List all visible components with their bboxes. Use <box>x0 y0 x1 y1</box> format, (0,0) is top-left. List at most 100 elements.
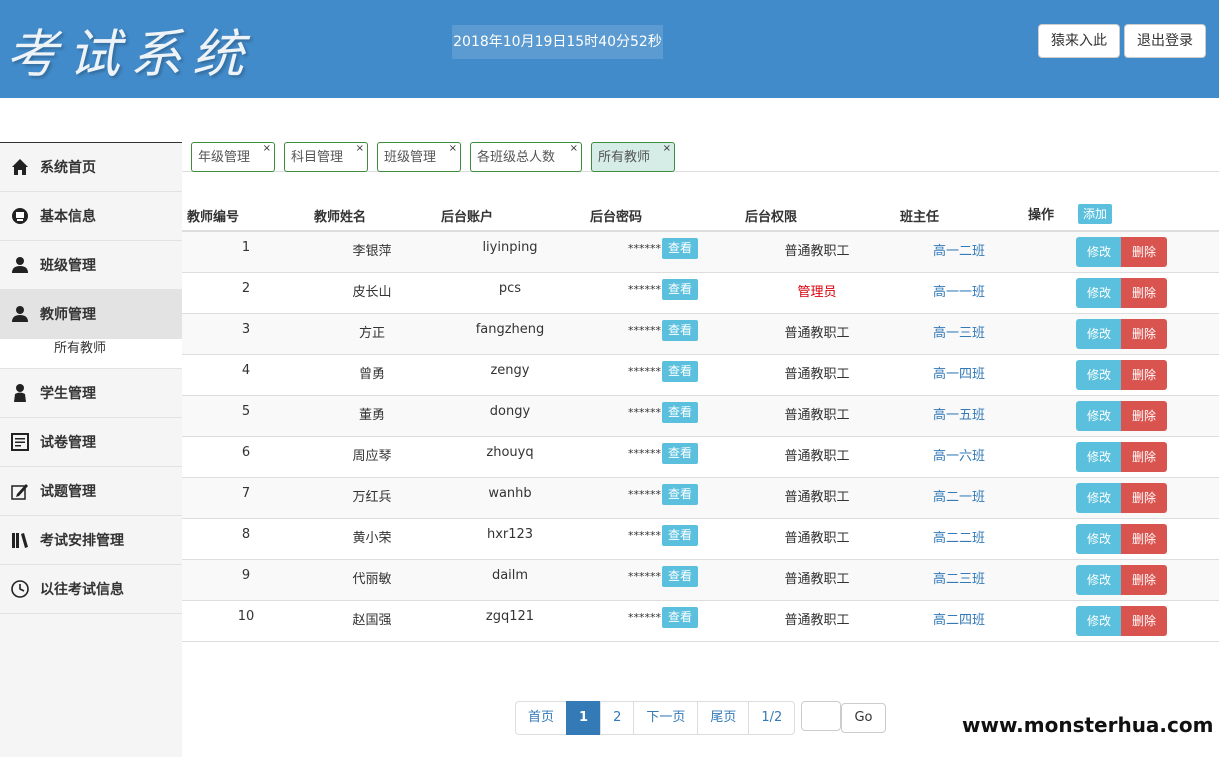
sidebar-item-exam-schedule[interactable]: 考试安排管理 <box>0 516 182 565</box>
teacher-role: 普通教职工 <box>784 449 850 464</box>
user-icon <box>10 255 30 275</box>
edit-button[interactable]: 修改 <box>1076 483 1122 513</box>
tab-class[interactable]: 班级管理 × <box>377 142 461 172</box>
delete-button[interactable]: 删除 <box>1121 442 1167 472</box>
head-teacher-class-link[interactable]: 高一三班 <box>924 322 994 341</box>
head-teacher-class-link[interactable]: 高一五班 <box>924 404 994 423</box>
sidebar-item-paper[interactable]: 试卷管理 <box>0 418 182 467</box>
sidebar-item-home[interactable]: 系统首页 <box>0 143 182 192</box>
delete-button[interactable]: 删除 <box>1121 278 1167 308</box>
next-page-button[interactable]: 下一页 <box>633 701 699 735</box>
delete-button[interactable]: 删除 <box>1121 360 1167 390</box>
sidebar-item-past-exams[interactable]: 以往考试信息 <box>0 565 182 614</box>
sidebar-item-questions[interactable]: 试题管理 <box>0 467 182 516</box>
password-mask: ****** <box>628 529 661 542</box>
close-icon[interactable]: × <box>663 134 671 164</box>
teacher-account: zgq121 <box>485 609 535 624</box>
header-account: 后台账户 <box>441 210 494 225</box>
edit-button[interactable]: 修改 <box>1076 606 1122 636</box>
sidebar-subitem-all-teachers[interactable]: 所有教师 <box>0 339 182 369</box>
close-icon[interactable]: × <box>263 134 271 164</box>
table-row: 10 赵国强 zgq121 ****** 查看 普通教职工 高二四班 修改 删除 <box>182 601 1219 642</box>
view-password-button[interactable]: 查看 <box>662 402 698 423</box>
password-mask: ****** <box>628 324 661 337</box>
view-password-button[interactable]: 查看 <box>662 279 698 300</box>
enter-button[interactable]: 猿来入此 <box>1038 24 1120 58</box>
head-teacher-class-link[interactable]: 高二三班 <box>924 568 994 587</box>
view-password-button[interactable]: 查看 <box>662 361 698 382</box>
close-icon[interactable]: × <box>449 134 457 164</box>
logout-button[interactable]: 退出登录 <box>1124 24 1206 58</box>
header-head-teacher: 班主任 <box>900 210 940 225</box>
edit-button[interactable]: 修改 <box>1076 237 1122 267</box>
view-password-button[interactable]: 查看 <box>662 607 698 628</box>
close-icon[interactable]: × <box>356 134 364 164</box>
user-icon <box>10 304 30 324</box>
teacher-role: 普通教职工 <box>784 367 850 382</box>
head-teacher-class-link[interactable]: 高二一班 <box>924 486 994 505</box>
delete-button[interactable]: 删除 <box>1121 524 1167 554</box>
edit-button[interactable]: 修改 <box>1076 319 1122 349</box>
page-2-button[interactable]: 2 <box>600 701 635 735</box>
table-row: 5 董勇 dongy ****** 查看 普通教职工 高一五班 修改 删除 <box>182 396 1219 437</box>
header-role: 后台权限 <box>745 210 798 225</box>
sidebar-item-basic-info[interactable]: 基本信息 <box>0 192 182 241</box>
header-teacher-name: 教师姓名 <box>314 210 367 225</box>
view-password-button[interactable]: 查看 <box>662 320 698 341</box>
tab-grade[interactable]: 年级管理 × <box>191 142 275 172</box>
pagination: 首页 1 2 下一页 尾页 1/2 <box>515 701 796 735</box>
head-teacher-class-link[interactable]: 高一六班 <box>924 445 994 464</box>
teacher-role: 普通教职工 <box>784 326 850 341</box>
sidebar-item-label: 考试安排管理 <box>40 533 124 549</box>
header-teacher-id: 教师编号 <box>187 210 240 225</box>
head-teacher-class-link[interactable]: 高一一班 <box>924 281 994 300</box>
page-1-button[interactable]: 1 <box>566 701 602 735</box>
edit-button[interactable]: 修改 <box>1076 360 1122 390</box>
teacher-id: 4 <box>241 363 251 378</box>
view-password-button[interactable]: 查看 <box>662 443 698 464</box>
close-icon[interactable]: × <box>570 134 578 164</box>
delete-button[interactable]: 删除 <box>1121 237 1167 267</box>
go-button[interactable]: Go <box>841 703 886 733</box>
head-teacher-class-link[interactable]: 高二二班 <box>924 527 994 546</box>
edit-button[interactable]: 修改 <box>1076 278 1122 308</box>
last-page-button[interactable]: 尾页 <box>697 701 750 735</box>
delete-button[interactable]: 删除 <box>1121 401 1167 431</box>
edit-button[interactable]: 修改 <box>1076 565 1122 595</box>
edit-button[interactable]: 修改 <box>1076 442 1122 472</box>
tab-all-teachers[interactable]: 所有教师 × <box>591 142 675 172</box>
delete-button[interactable]: 删除 <box>1121 319 1167 349</box>
sidebar-item-student[interactable]: 学生管理 <box>0 369 182 418</box>
head-teacher-class-link[interactable]: 高一二班 <box>924 240 994 259</box>
teacher-account: zhouyq <box>486 445 534 460</box>
delete-button[interactable]: 删除 <box>1121 483 1167 513</box>
head-teacher-class-link[interactable]: 高一四班 <box>924 363 994 382</box>
sidebar-item-teacher[interactable]: 教师管理 <box>0 290 182 339</box>
first-page-button[interactable]: 首页 <box>515 701 568 735</box>
delete-button[interactable]: 删除 <box>1121 606 1167 636</box>
sidebar-item-class[interactable]: 班级管理 <box>0 241 182 290</box>
tab-subject[interactable]: 科目管理 × <box>284 142 368 172</box>
password-mask: ****** <box>628 570 661 583</box>
clock-icon <box>10 579 30 599</box>
view-password-button[interactable]: 查看 <box>662 525 698 546</box>
password-mask: ****** <box>628 488 661 501</box>
password-mask: ****** <box>628 447 661 460</box>
page-jump-input[interactable] <box>801 701 841 731</box>
view-password-button[interactable]: 查看 <box>662 484 698 505</box>
sidebar-item-label: 教师管理 <box>40 307 96 323</box>
teacher-account: hxr123 <box>486 527 534 542</box>
head-teacher-class-link[interactable]: 高二四班 <box>924 609 994 628</box>
tab-class-totals[interactable]: 各班级总人数 × <box>470 142 582 172</box>
teacher-id: 3 <box>241 322 251 337</box>
sidebar-item-label: 系统首页 <box>40 160 96 176</box>
teacher-role: 普通教职工 <box>784 572 850 587</box>
edit-button[interactable]: 修改 <box>1076 401 1122 431</box>
view-password-button[interactable]: 查看 <box>662 566 698 587</box>
delete-button[interactable]: 删除 <box>1121 565 1167 595</box>
teacher-role: 管理员 <box>797 285 837 300</box>
add-button[interactable]: 添加 <box>1078 204 1113 224</box>
teacher-account: fangzheng <box>475 322 545 337</box>
edit-button[interactable]: 修改 <box>1076 524 1122 554</box>
view-password-button[interactable]: 查看 <box>662 238 698 259</box>
